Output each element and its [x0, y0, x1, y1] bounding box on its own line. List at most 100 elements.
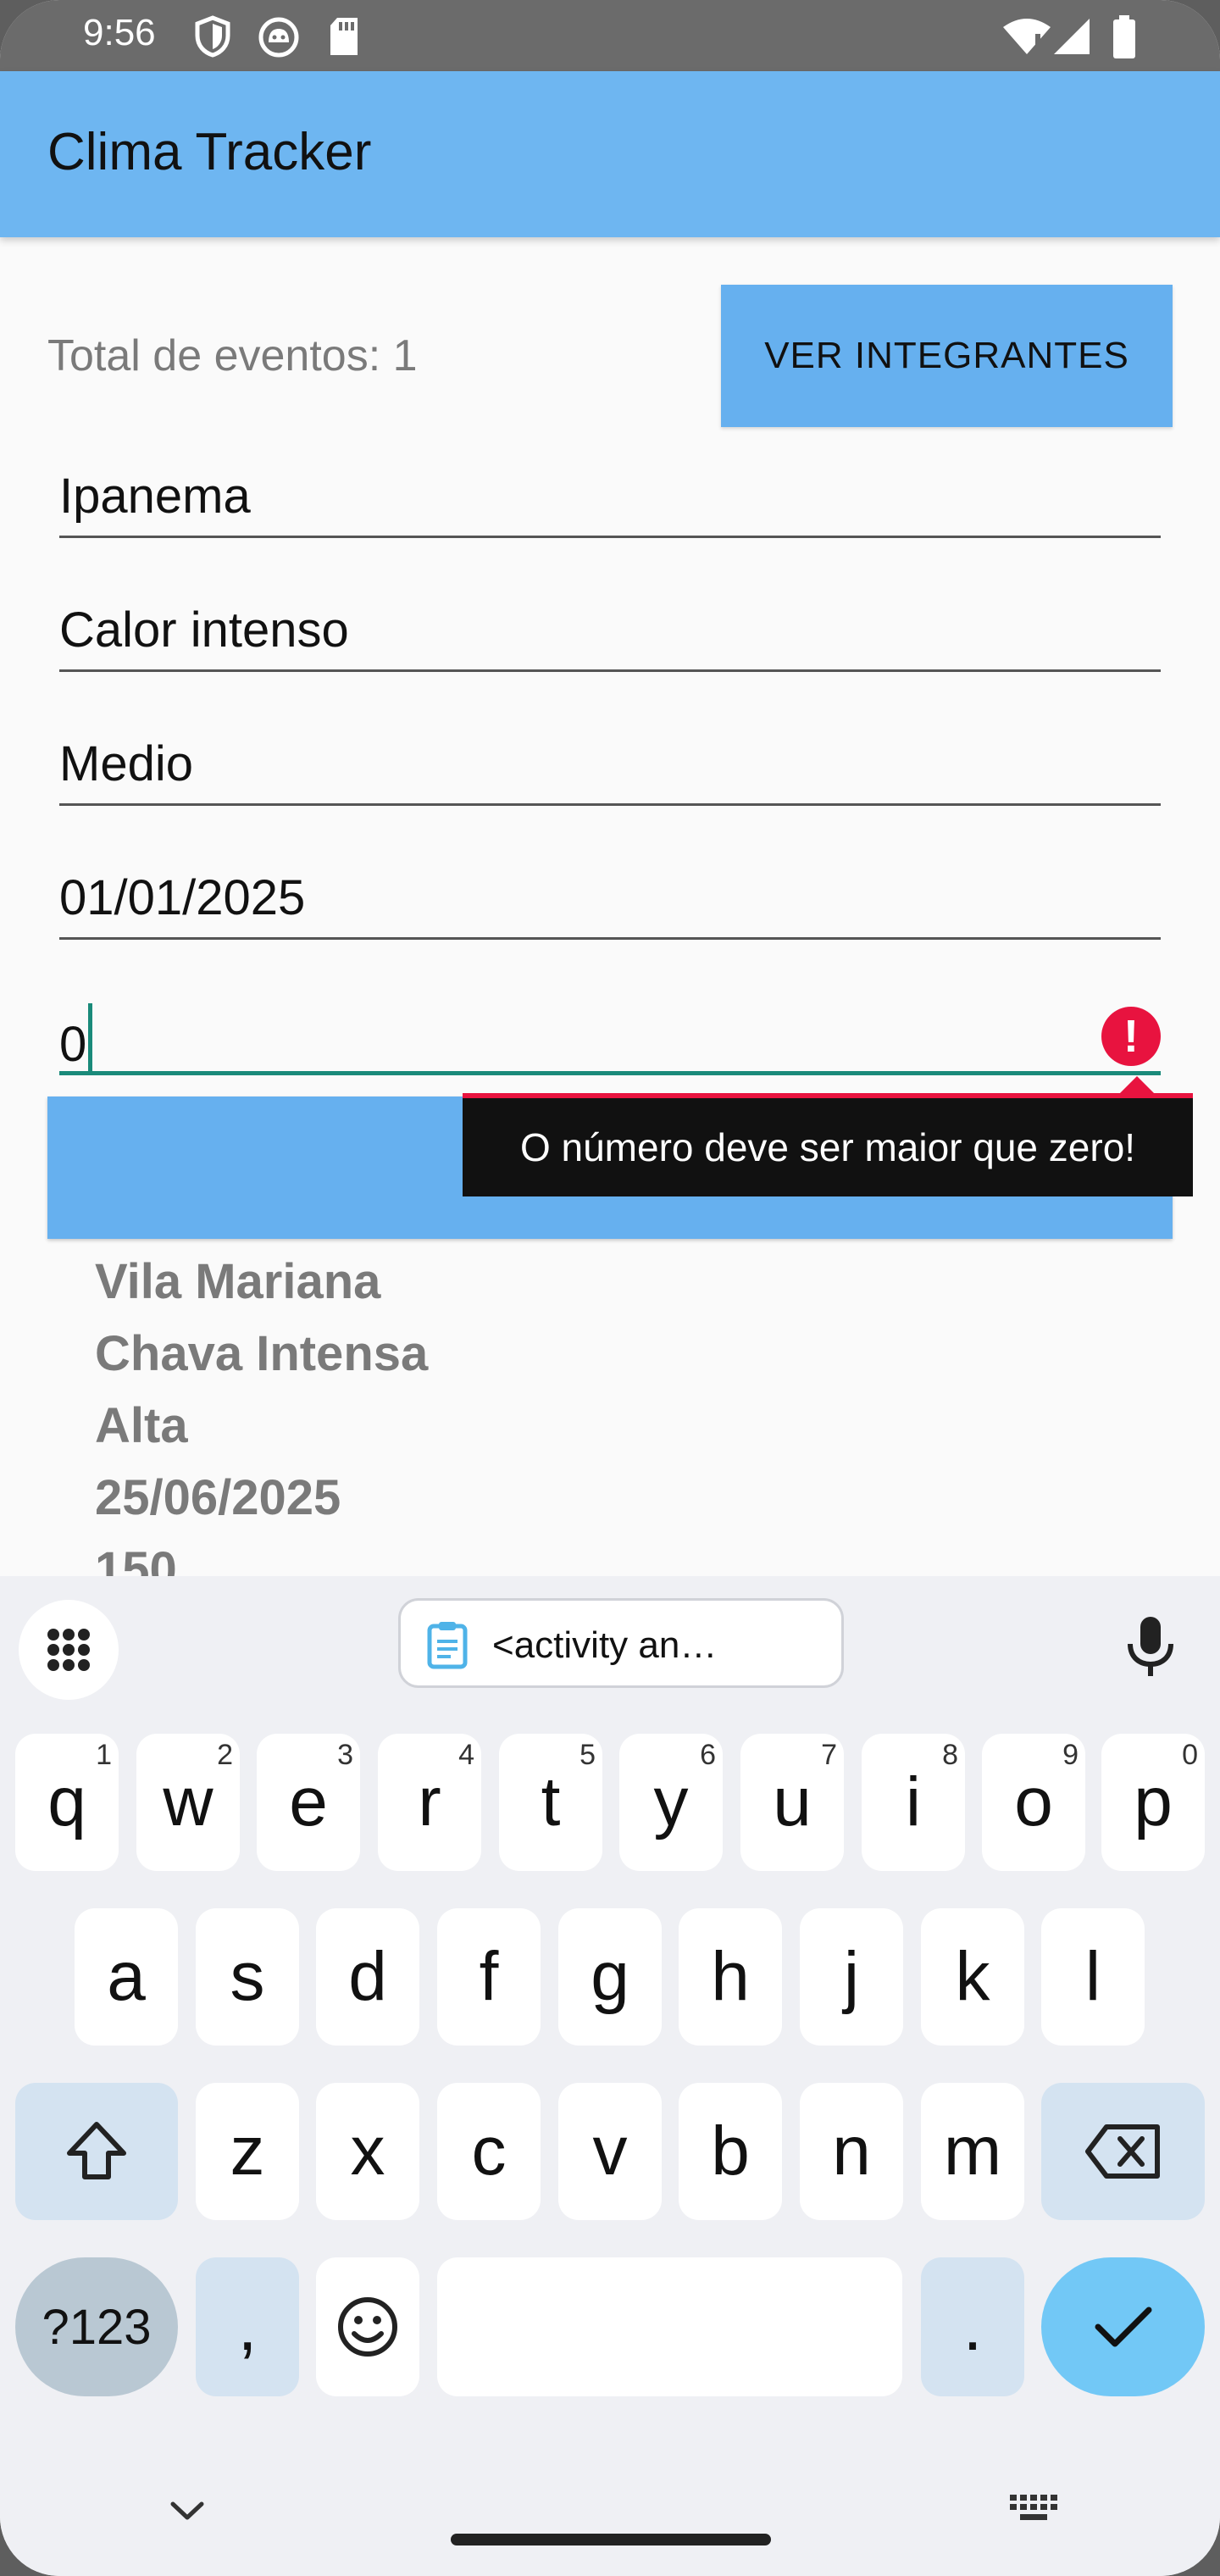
key-hint: 9 [1062, 1739, 1079, 1771]
key-e[interactable]: e3 [257, 1734, 360, 1871]
sd-card-icon [330, 18, 358, 55]
key-v[interactable]: v [558, 2083, 662, 2220]
numero-field-value: 0 [59, 1017, 87, 1072]
event-tipo: Chava Intensa [95, 1326, 429, 1381]
hide-keyboard-icon[interactable] [166, 2496, 208, 2526]
key-o[interactable]: o9 [982, 1734, 1085, 1871]
symbols-key[interactable]: ?123 [15, 2257, 178, 2396]
key-label: p [1134, 1763, 1173, 1840]
key-i[interactable]: i8 [862, 1734, 965, 1871]
key-hint: 1 [96, 1739, 112, 1771]
key-j[interactable]: j [800, 1908, 903, 2046]
space-key[interactable] [437, 2257, 902, 2396]
comma-key[interactable]: , [196, 2257, 299, 2396]
key-hint: 7 [821, 1739, 837, 1771]
backspace-key[interactable] [1041, 2083, 1205, 2220]
backspace-icon [1084, 2124, 1160, 2179]
apps-grid-button[interactable] [19, 1600, 119, 1700]
wifi-icon [1003, 19, 1051, 54]
text-cursor [88, 1003, 93, 1071]
key-z[interactable]: z [196, 2083, 299, 2220]
key-n[interactable]: n [800, 2083, 903, 2220]
error-icon[interactable]: ! [1101, 1007, 1161, 1066]
status-bar: 9:56 [0, 0, 1220, 71]
enter-key[interactable] [1041, 2257, 1205, 2396]
key-w[interactable]: w2 [136, 1734, 240, 1871]
nivel-field-value: Medio [59, 736, 193, 791]
key-label: e [289, 1763, 328, 1840]
shift-key[interactable] [15, 2083, 178, 2220]
key-x[interactable]: x [316, 2083, 419, 2220]
key-hint: 0 [1182, 1739, 1198, 1771]
signal-icon [1054, 19, 1090, 54]
key-u[interactable]: u7 [740, 1734, 844, 1871]
home-indicator[interactable] [451, 2534, 771, 2545]
period-key[interactable]: . [921, 2257, 1024, 2396]
key-d[interactable]: d [316, 1908, 419, 2046]
key-hint: 6 [700, 1739, 716, 1771]
key-r[interactable]: r4 [378, 1734, 481, 1871]
local-field-value: Ipanema [59, 469, 251, 524]
event-nivel: Alta [95, 1398, 188, 1453]
local-field[interactable]: Ipanema [59, 451, 1161, 538]
key-s[interactable]: s [196, 1908, 299, 2046]
numero-field-content: 0 [59, 1003, 93, 1073]
data-field[interactable]: 01/01/2025 [59, 852, 1161, 940]
key-label: i [905, 1763, 922, 1840]
clipboard-suggestion[interactable]: <activity an… [398, 1598, 844, 1688]
key-a[interactable]: a [75, 1908, 178, 2046]
key-t[interactable]: t5 [499, 1734, 602, 1871]
key-label: r [418, 1763, 441, 1840]
shield-icon [195, 15, 230, 58]
key-label: o [1014, 1763, 1053, 1840]
status-time: 9:56 [83, 12, 156, 53]
key-label: t [541, 1763, 561, 1840]
key-hint: 3 [337, 1739, 353, 1771]
key-hint: 8 [942, 1739, 958, 1771]
keyboard-switch-icon[interactable] [1008, 2493, 1059, 2527]
key-l[interactable]: l [1041, 1908, 1145, 2046]
key-f[interactable]: f [437, 1908, 541, 2046]
tooltip-arrow [1118, 1076, 1156, 1095]
error-tooltip: O número deve ser maior que zero! [463, 1093, 1193, 1196]
tipo-field[interactable]: Calor intenso [59, 585, 1161, 672]
key-b[interactable]: b [679, 2083, 782, 2220]
key-p[interactable]: p0 [1101, 1734, 1205, 1871]
key-hint: 4 [458, 1739, 474, 1771]
app-title: Clima Tracker [47, 123, 372, 181]
key-hint: 2 [217, 1739, 233, 1771]
key-g[interactable]: g [558, 1908, 662, 2046]
clipboard-text: <activity an… [492, 1624, 718, 1666]
total-events-label: Total de eventos: 1 [47, 331, 418, 380]
key-k[interactable]: k [921, 1908, 1024, 2046]
grid-icon [47, 1629, 90, 1671]
key-q[interactable]: q1 [15, 1734, 119, 1871]
app-bar: Clima Tracker [0, 71, 1220, 237]
ver-integrantes-button[interactable]: VER INTEGRANTES [721, 285, 1173, 427]
emoji-key[interactable] [316, 2257, 419, 2396]
key-label: u [773, 1763, 812, 1840]
battery-icon [1113, 15, 1135, 58]
numero-field[interactable]: 0 ! [59, 986, 1161, 1075]
event-data: 25/06/2025 [95, 1470, 341, 1525]
nivel-field[interactable]: Medio [59, 719, 1161, 806]
microphone-icon[interactable] [1123, 1613, 1178, 1681]
emoji-icon [338, 2297, 397, 2357]
soft-keyboard: <activity an… q1 w2 e3 r4 t5 y6 u7 i8 o9… [0, 1576, 1220, 2576]
event-list-item: Vila Mariana Chava Intensa Alta 25/06/20… [95, 1246, 428, 1606]
check-icon [1095, 2307, 1151, 2347]
event-local: Vila Mariana [95, 1254, 381, 1309]
key-label: w [163, 1763, 214, 1840]
key-c[interactable]: c [437, 2083, 541, 2220]
data-field-value: 01/01/2025 [59, 870, 306, 925]
key-hint: 5 [580, 1739, 596, 1771]
key-m[interactable]: m [921, 2083, 1024, 2220]
tipo-field-value: Calor intenso [59, 602, 349, 658]
key-y[interactable]: y6 [619, 1734, 723, 1871]
key-label: y [653, 1763, 689, 1840]
screen: 9:56 Clima Tracker Total de eventos: 1 V… [0, 0, 1220, 2576]
shift-icon [67, 2122, 126, 2179]
key-label: q [47, 1763, 86, 1840]
clipboard-icon [427, 1622, 468, 1669]
key-h[interactable]: h [679, 1908, 782, 2046]
